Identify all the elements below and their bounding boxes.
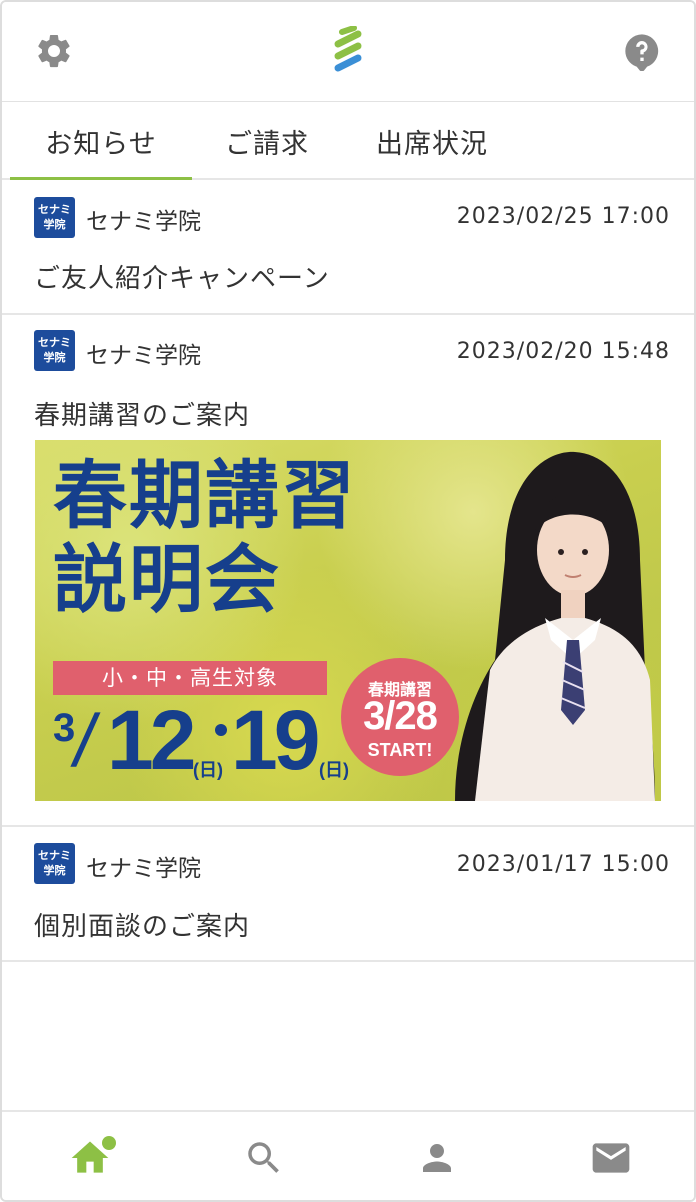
badge-text-line2: 学院: [43, 864, 66, 877]
nav-search-button[interactable]: [240, 1134, 288, 1182]
school-name: セナミ学院: [86, 856, 201, 882]
badge-text-line1: セナミ: [38, 849, 71, 862]
school-name: セナミ学院: [86, 209, 201, 235]
spring-course-banner-image[interactable]: 春期講習 説明会 小・中・高生対象 3 / 12 (日) 19 (日) 春期講習…: [35, 440, 661, 801]
school-logo-badge: セナミ 学院: [34, 330, 75, 371]
notice-title: ご友人紹介キャンペーン: [34, 264, 330, 294]
tab-notices[interactable]: お知らせ: [10, 102, 192, 180]
app-header: [2, 2, 694, 102]
notice-title: 個別面談のご案内: [34, 912, 251, 942]
tab-bar: お知らせ ご請求 出席状況: [2, 102, 694, 180]
help-icon: [625, 34, 659, 71]
settings-button[interactable]: [30, 27, 78, 75]
notification-dot: [102, 1136, 116, 1150]
banner-headline-line1: 春期講習: [53, 453, 357, 539]
banner-weekday-1: (日): [193, 760, 223, 780]
tab-attendance[interactable]: 出席状況: [342, 102, 522, 180]
school-logo-badge: セナミ 学院: [34, 197, 75, 238]
badge-text-line1: セナミ: [38, 203, 71, 216]
notice-item[interactable]: セナミ 学院 セナミ学院 2023/02/25 17:00 ご友人紹介キャンペー…: [2, 180, 694, 315]
account-icon: [423, 1144, 451, 1172]
start-badge-date: 3/28: [363, 694, 438, 738]
search-icon: [248, 1142, 279, 1173]
bottom-navigation: [2, 1110, 694, 1200]
app-logo: [334, 26, 362, 72]
student-photo: [455, 451, 655, 801]
mail-icon: [592, 1143, 630, 1173]
notice-item[interactable]: セナミ 学院 セナミ学院 2023/01/17 15:00 個別面談のご案内: [2, 827, 694, 962]
notice-title: 春期講習のご案内: [34, 401, 251, 431]
badge-text-line2: 学院: [43, 218, 66, 231]
notice-item[interactable]: セナミ 学院 セナミ学院 2023/02/20 15:48 春期講習のご案内 春…: [2, 315, 694, 827]
help-button[interactable]: [618, 27, 666, 75]
app-frame: お知らせ ご請求 出席状況 セナミ 学院 セナミ学院 2023/02/25 17…: [0, 0, 696, 1202]
school-name: セナミ学院: [86, 343, 201, 369]
nav-account-button[interactable]: [413, 1134, 461, 1182]
banner-day-1: 12: [107, 693, 196, 787]
notice-datetime: 2023/02/20 15:48: [456, 339, 670, 364]
gear-icon: [38, 34, 70, 68]
banner-month: 3: [53, 706, 76, 750]
nav-mail-button[interactable]: [587, 1134, 635, 1182]
school-logo-badge: セナミ 学院: [34, 843, 75, 884]
banner-headline-line2: 説明会: [53, 537, 281, 623]
banner-start-badge: 春期講習 3/28 START!: [341, 658, 459, 776]
tab-billing[interactable]: ご請求: [192, 102, 342, 180]
badge-text-line2: 学院: [43, 351, 66, 364]
banner-date-separator: [215, 724, 227, 736]
start-badge-text: START!: [367, 740, 433, 760]
banner-day-2: 19: [231, 693, 320, 787]
notice-datetime: 2023/01/17 15:00: [456, 852, 670, 877]
nav-home-button[interactable]: [66, 1134, 116, 1182]
notice-datetime: 2023/02/25 17:00: [456, 204, 670, 229]
banner-headline: 春期講習 説明会: [53, 454, 357, 622]
banner-target-label: 小・中・高生対象: [53, 661, 327, 695]
badge-text-line1: セナミ: [38, 336, 71, 349]
